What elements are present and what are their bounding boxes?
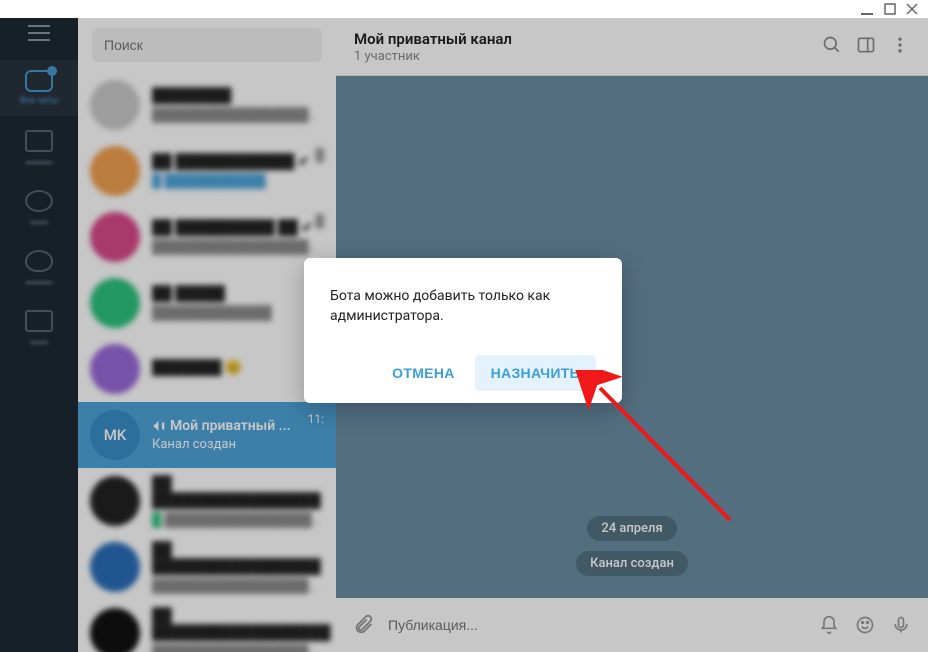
- confirm-button[interactable]: НАЗНАЧИТЬ: [475, 355, 596, 391]
- close-button[interactable]: [906, 3, 918, 15]
- cancel-button[interactable]: ОТМЕНА: [376, 355, 470, 391]
- window-titlebar: [0, 0, 928, 18]
- dialog-message: Бота можно добавить только как администр…: [330, 286, 596, 327]
- minimize-button[interactable]: [860, 2, 874, 16]
- maximize-button[interactable]: [884, 3, 896, 15]
- confirm-dialog: Бота можно добавить только как администр…: [304, 258, 622, 403]
